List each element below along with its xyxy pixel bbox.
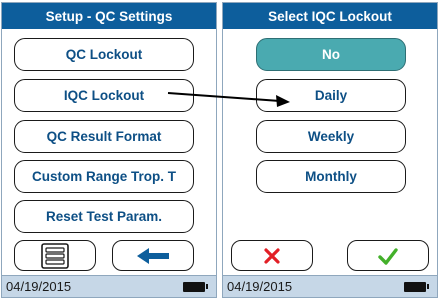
back-button[interactable] bbox=[112, 240, 194, 271]
cancel-x-icon bbox=[264, 247, 280, 264]
menu-list-button[interactable] bbox=[14, 240, 96, 271]
confirm-button[interactable] bbox=[347, 240, 429, 271]
iqc-lockout-button[interactable]: IQC Lockout bbox=[14, 79, 194, 112]
screen-title: Setup - QC Settings bbox=[2, 3, 216, 29]
confirm-check-icon bbox=[378, 247, 398, 265]
qc-lockout-button[interactable]: QC Lockout bbox=[14, 38, 194, 71]
option-daily-button[interactable]: Daily bbox=[256, 79, 406, 112]
reset-test-param-button[interactable]: Reset Test Param. bbox=[14, 200, 194, 233]
battery-icon bbox=[183, 281, 208, 292]
status-bar: 04/19/2015 bbox=[223, 275, 437, 297]
custom-range-trop-t-button[interactable]: Custom Range Trop. T bbox=[14, 160, 194, 193]
screen-title: Select IQC Lockout bbox=[223, 3, 437, 29]
battery-icon bbox=[404, 281, 429, 292]
cancel-button[interactable] bbox=[231, 240, 313, 271]
select-iqc-lockout-screen: Select IQC Lockout No Daily Weekly Month… bbox=[222, 2, 438, 298]
status-date: 04/19/2015 bbox=[6, 279, 72, 294]
setup-qc-settings-screen: Setup - QC Settings QC Lockout IQC Locko… bbox=[1, 2, 217, 298]
option-weekly-button[interactable]: Weekly bbox=[256, 120, 406, 153]
back-arrow-icon bbox=[137, 247, 169, 264]
option-no-button[interactable]: No bbox=[256, 38, 406, 71]
status-date: 04/19/2015 bbox=[227, 279, 293, 294]
option-monthly-button[interactable]: Monthly bbox=[256, 160, 406, 193]
status-bar: 04/19/2015 bbox=[2, 275, 216, 297]
menu-list-icon bbox=[41, 242, 69, 269]
qc-result-format-button[interactable]: QC Result Format bbox=[14, 120, 194, 153]
